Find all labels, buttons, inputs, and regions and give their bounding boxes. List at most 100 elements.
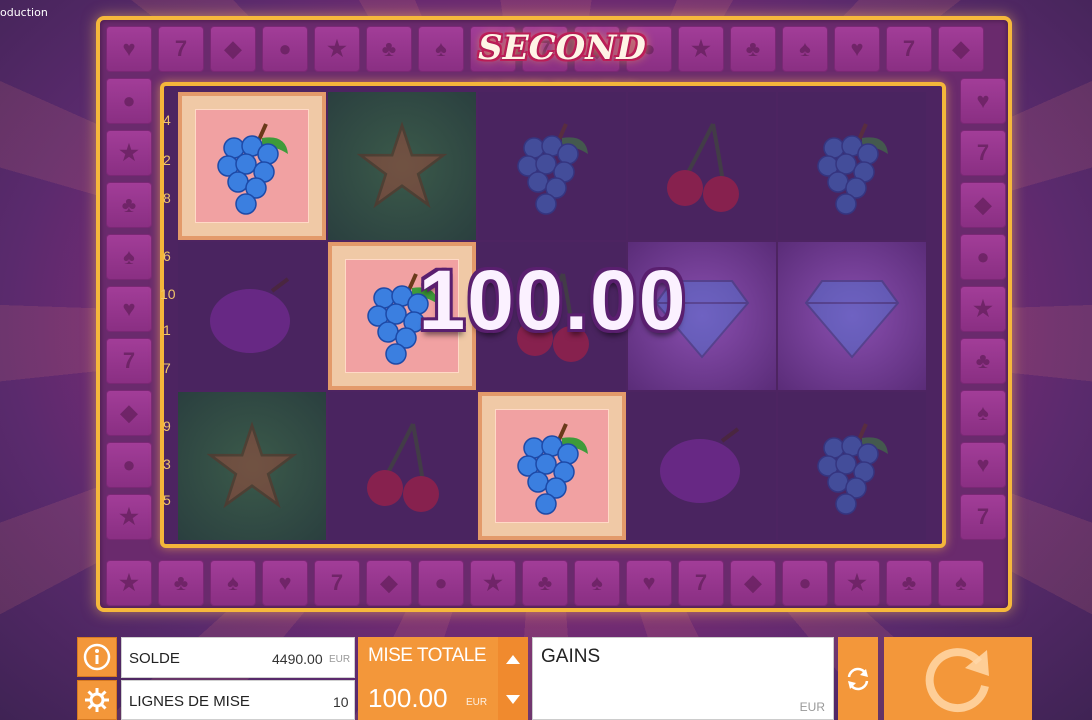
- border-tile-symbol-icon: ◆: [120, 400, 138, 425]
- border-tile: ♣: [960, 338, 1006, 384]
- border-tile-symbol-icon: ♣: [901, 570, 917, 595]
- border-tile-symbol-icon: ♥: [278, 570, 292, 595]
- border-tile: ●: [106, 442, 152, 488]
- balance-label: SOLDE: [129, 650, 180, 667]
- border-tile-symbol-icon: ♣: [121, 192, 137, 217]
- settings-button[interactable]: [77, 680, 117, 720]
- border-tile: ♠: [938, 560, 984, 606]
- border-tile-symbol-icon: ♥: [976, 88, 990, 113]
- border-tile: ★: [834, 560, 880, 606]
- border-tile-symbol-icon: ♣: [975, 348, 991, 373]
- border-tile-symbol-icon: ♥: [850, 36, 864, 61]
- payline-number: 5: [163, 492, 171, 508]
- border-tile-symbol-icon: ♥: [976, 452, 990, 477]
- border-tile-symbol-icon: 7: [330, 570, 344, 595]
- balance-currency: EUR: [329, 654, 351, 665]
- border-tile: ●: [782, 560, 828, 606]
- total-bet-currency: EUR: [466, 697, 488, 708]
- spin-button[interactable]: [884, 637, 1032, 720]
- reel-cell-cherries: [328, 392, 476, 540]
- border-tile-symbol-icon: 7: [174, 36, 188, 61]
- lines-value: 10: [333, 694, 349, 710]
- border-tile-symbol-icon: ★: [119, 140, 139, 165]
- border-tile-symbol-icon: ★: [327, 36, 347, 61]
- border-tile: 7: [106, 338, 152, 384]
- border-tile-symbol-icon: ♠: [591, 570, 603, 595]
- grapes-icon: [817, 123, 888, 215]
- border-tile: ♣: [158, 560, 204, 606]
- border-tile: ♣: [106, 182, 152, 228]
- border-tile: ◆: [938, 26, 984, 72]
- border-tile: ★: [960, 286, 1006, 332]
- border-tile: ●: [418, 560, 464, 606]
- total-bet-panel: MISE TOTALE 100.00 EUR: [358, 637, 498, 720]
- lines-label: LIGNES DE MISE: [129, 693, 250, 710]
- info-icon: [83, 643, 111, 671]
- autoplay-icon: [847, 667, 869, 690]
- border-tile: ◆: [730, 560, 776, 606]
- border-tile-symbol-icon: ★: [119, 570, 139, 595]
- gains-label: GAINS: [541, 646, 601, 667]
- border-tile-symbol-icon: ♥: [122, 296, 136, 321]
- border-tile-symbol-icon: ●: [434, 570, 448, 595]
- cherries-icon: [367, 423, 439, 512]
- gear-icon: [85, 688, 109, 712]
- border-tile: ♥: [960, 78, 1006, 124]
- border-tile-symbol-icon: ◆: [224, 36, 242, 61]
- bet-increase-button[interactable]: [506, 655, 520, 664]
- window-title-fragment: oduction: [0, 6, 48, 19]
- border-tile: 7: [886, 26, 932, 72]
- total-bet-value: 100.00: [368, 683, 448, 713]
- border-tile: ♥: [960, 442, 1006, 488]
- game-logo: SECOND STRIKE!TM: [471, 28, 654, 119]
- border-tile: ♠: [960, 390, 1006, 436]
- border-tile-symbol-icon: ♥: [122, 36, 136, 61]
- border-tile: ◆: [210, 26, 256, 72]
- autoplay-button[interactable]: [838, 637, 878, 720]
- border-tile-symbol-icon: ♣: [745, 36, 761, 61]
- border-tile: ♥: [834, 26, 880, 72]
- reel-cell-grapes: [178, 92, 326, 240]
- payline-number: 2: [163, 152, 171, 168]
- border-tile: ♥: [106, 26, 152, 72]
- payline-number: 4: [163, 112, 171, 128]
- grapes-icon: [817, 423, 888, 515]
- info-button[interactable]: [77, 637, 117, 677]
- border-tile-symbol-icon: ●: [122, 88, 136, 113]
- reel-cell-grapes: [478, 92, 626, 240]
- border-tile: ♠: [210, 560, 256, 606]
- reel-cell-star: [328, 92, 476, 240]
- reel-cell-cherries: [628, 92, 776, 240]
- border-tile: ♥: [626, 560, 672, 606]
- border-tile-symbol-icon: ♣: [537, 570, 553, 595]
- total-bet-label: MISE TOTALE: [368, 645, 487, 666]
- grapes-icon: [217, 123, 288, 215]
- payline-number: 8: [163, 190, 171, 206]
- bet-decrease-button[interactable]: [506, 695, 520, 704]
- border-tile-symbol-icon: ★: [119, 504, 139, 529]
- border-tile: ★: [470, 560, 516, 606]
- border-tile-symbol-icon: 7: [976, 504, 990, 529]
- border-tile: 7: [960, 494, 1006, 540]
- border-tile: ●: [262, 26, 308, 72]
- star-icon: [357, 121, 447, 209]
- border-tile-symbol-icon: ★: [973, 296, 993, 321]
- border-tile-symbol-icon: ●: [976, 244, 990, 269]
- border-tile: ●: [960, 234, 1006, 280]
- border-tile-symbol-icon: ♠: [977, 400, 989, 425]
- payline-number: 9: [163, 418, 171, 434]
- border-tile-symbol-icon: 7: [976, 140, 990, 165]
- border-tile: ★: [106, 130, 152, 176]
- reel-cell-plum: [628, 392, 776, 540]
- border-tile-symbol-icon: ♣: [173, 570, 189, 595]
- border-tile-symbol-icon: ◆: [380, 570, 398, 595]
- border-tile: ★: [106, 494, 152, 540]
- border-tile-symbol-icon: ◆: [952, 36, 970, 61]
- balance-panel: SOLDE 4490.00 EUR: [121, 637, 355, 678]
- star-icon: [207, 421, 297, 509]
- border-tile: ◆: [960, 182, 1006, 228]
- payline-number: 3: [163, 456, 171, 472]
- border-tile-symbol-icon: 7: [902, 36, 916, 61]
- border-tile: 7: [314, 560, 360, 606]
- border-tile: 7: [678, 560, 724, 606]
